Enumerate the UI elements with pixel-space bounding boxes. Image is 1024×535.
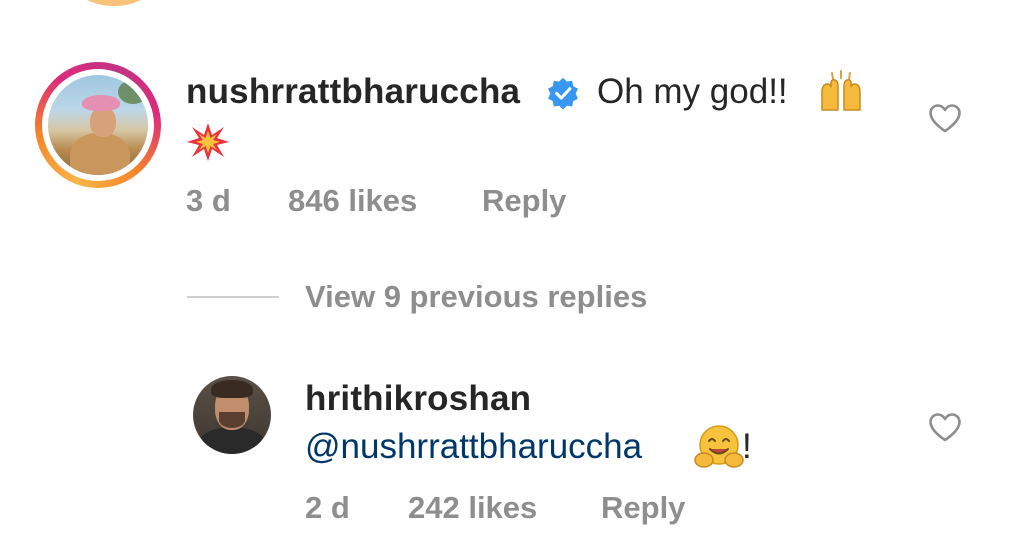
reply-text: @nushrrattbharuccha <box>305 427 642 467</box>
reply-button[interactable]: Reply <box>601 490 685 526</box>
reply-text-suffix: ! <box>742 427 752 466</box>
verified-badge-icon <box>548 77 578 110</box>
view-previous-replies-button[interactable]: View 9 previous replies <box>305 279 647 315</box>
comments-screen: nushrrattbharuccha Oh my god!! 3 d 846 l… <box>0 0 1024 535</box>
comment-username[interactable]: nushrrattbharuccha <box>186 72 520 112</box>
avatar <box>48 75 148 175</box>
hugging-face-emoji <box>694 425 744 468</box>
reply-username[interactable]: hrithikroshan <box>305 379 531 419</box>
raising-hands-emoji <box>821 70 861 111</box>
reply-likes-count[interactable]: 242 likes <box>408 490 537 526</box>
heart-outline-icon[interactable] <box>928 412 962 442</box>
previous-avatar-partial <box>66 0 162 6</box>
reply-timestamp: 2 d <box>305 490 350 525</box>
comment-text: Oh my god!! <box>597 72 788 111</box>
avatar[interactable] <box>193 376 271 454</box>
comment-timestamp: 3 d <box>186 183 231 218</box>
heart-outline-icon[interactable] <box>928 103 962 133</box>
reply-button[interactable]: Reply <box>482 183 566 219</box>
avatar-story-ring[interactable] <box>35 62 161 188</box>
thread-divider <box>187 296 279 298</box>
comment-likes-count[interactable]: 846 likes <box>288 183 417 219</box>
collision-emoji <box>187 123 229 161</box>
mention-link[interactable]: @nushrrattbharuccha <box>305 427 642 466</box>
